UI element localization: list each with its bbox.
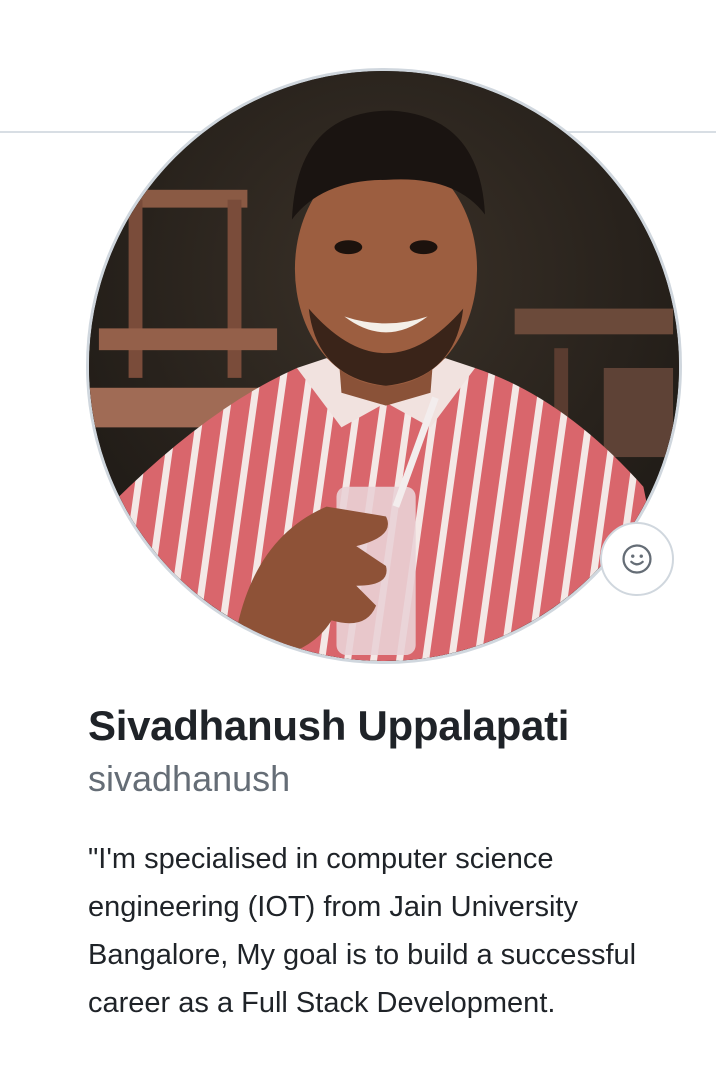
- avatar-photo: [89, 71, 679, 661]
- profile-names: Sivadhanush Uppalapati sivadhanush: [88, 700, 688, 802]
- profile-full-name: Sivadhanush Uppalapati: [88, 702, 570, 749]
- profile-bio: "I'm specialised in computer science eng…: [88, 843, 637, 1019]
- avatar-container: [86, 68, 682, 664]
- profile-username: sivadhanush: [88, 758, 291, 799]
- profile-page: Sivadhanush Uppalapati sivadhanush "I'm …: [0, 0, 716, 1092]
- set-status-button[interactable]: [600, 522, 674, 596]
- smiley-icon: [622, 544, 652, 574]
- avatar[interactable]: [86, 68, 682, 664]
